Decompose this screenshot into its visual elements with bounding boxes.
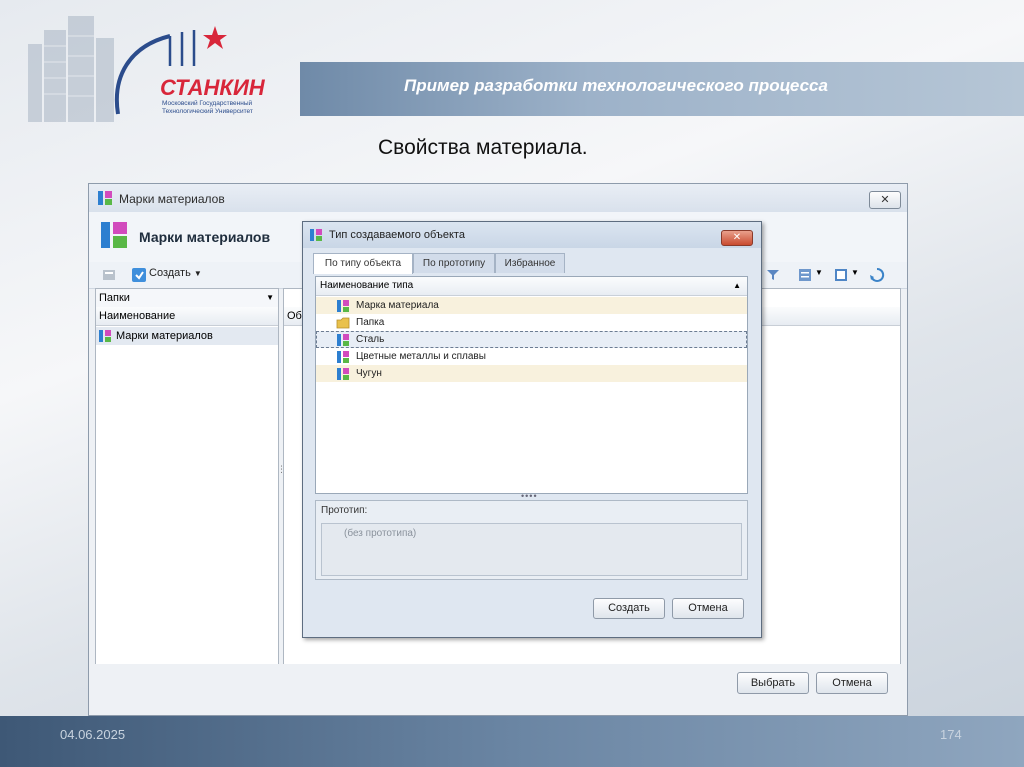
materials-large-icon <box>101 222 127 248</box>
list-item[interactable]: Цветные металлы и сплавы <box>316 348 747 365</box>
properties-dropdown-icon[interactable]: ▼ <box>815 268 823 277</box>
prototype-group: Прототип: (без прототипа) <box>315 500 748 580</box>
prototype-label: Прототип: <box>321 505 368 516</box>
filter-icon[interactable] <box>765 267 781 283</box>
logo-line2: Технологический Университет <box>162 107 253 115</box>
material-icon <box>337 300 349 312</box>
object-type-dialog: Тип создаваемого объекта ✕ По типу объек… <box>302 221 762 638</box>
window-footer: Выбрать Отмена <box>89 664 907 715</box>
properties-icon[interactable] <box>797 267 813 283</box>
edit-icon[interactable] <box>101 267 117 283</box>
list-item[interactable]: Папка <box>316 314 747 331</box>
slide-title: Пример разработки технологического проце… <box>404 76 828 95</box>
refresh-icon[interactable] <box>869 267 885 283</box>
view-icon[interactable] <box>833 267 849 283</box>
app-icon <box>98 191 112 205</box>
building-logo-icon: СТАНКИН Московский Государственный Техно… <box>28 16 266 122</box>
window-header-title: Марки материалов <box>139 229 271 245</box>
window-titlebar: Марки материалов ✕ <box>89 184 907 212</box>
list-item-selected[interactable]: Сталь <box>316 331 747 348</box>
prototype-value: (без прототипа) <box>344 528 417 539</box>
dialog-close-button[interactable]: ✕ <box>721 230 753 246</box>
folders-column-header[interactable]: Наименование <box>96 307 278 326</box>
list-item-label: Папка <box>356 317 385 328</box>
material-icon <box>337 368 349 380</box>
create-icon <box>132 268 146 282</box>
dialog-create-button[interactable]: Создать <box>593 598 665 619</box>
window-title: Марки материалов <box>119 192 225 206</box>
slide-subtitle: Свойства материала. <box>378 136 588 159</box>
cancel-button[interactable]: Отмена <box>816 672 888 694</box>
dropdown-arrow-icon: ▼ <box>193 269 202 278</box>
window-close-button[interactable]: ✕ <box>869 191 901 209</box>
material-icon <box>337 351 349 363</box>
tab-by-prototype[interactable]: По прототипу <box>413 253 495 273</box>
material-icon <box>99 330 111 342</box>
list-item-label: Чугун <box>356 368 382 379</box>
view-dropdown-icon[interactable]: ▼ <box>851 268 859 277</box>
tab-by-type[interactable]: По типу объекта <box>313 253 413 274</box>
university-logo: СТАНКИН Московский Государственный Техно… <box>20 16 290 126</box>
dialog-cancel-button[interactable]: Отмена <box>672 598 744 619</box>
dialog-title: Тип создаваемого объекта <box>329 229 465 241</box>
tab-favorites[interactable]: Избранное <box>495 253 565 273</box>
chevron-down-icon: ▼ <box>266 293 274 302</box>
folder-icon <box>336 317 350 329</box>
create-button[interactable]: Создать ▼ <box>149 267 202 279</box>
logo-line1: Московский Государственный <box>162 99 253 107</box>
folders-column-label: Наименование <box>99 310 176 322</box>
folders-combo[interactable]: Папки ▼ <box>96 289 278 308</box>
tree-item-label: Марки материалов <box>116 330 213 342</box>
list-item[interactable]: Чугун <box>316 365 747 382</box>
footer-bar <box>0 716 1024 767</box>
type-list: Наименование типа ▲ Марка материала Папк… <box>315 276 748 494</box>
select-button[interactable]: Выбрать <box>737 672 809 694</box>
folders-combo-value: Папки <box>99 292 130 304</box>
sort-arrow-icon: ▲ <box>733 281 741 290</box>
material-icon <box>337 334 349 346</box>
create-button-label: Создать <box>149 267 191 279</box>
dialog-titlebar: Тип создаваемого объекта ✕ <box>303 222 761 248</box>
folders-pane: Папки ▼ Наименование Марки материалов <box>95 288 279 666</box>
logo-name: СТАНКИН <box>160 75 266 100</box>
slide-page-number: 174 <box>940 727 962 742</box>
type-list-header[interactable]: Наименование типа ▲ <box>316 277 747 296</box>
list-item-label: Сталь <box>356 334 385 345</box>
list-item-label: Цветные металлы и сплавы <box>356 351 486 362</box>
list-item[interactable]: Марка материала <box>316 297 747 314</box>
slide-date: 04.06.2025 <box>60 727 126 742</box>
list-item-label: Марка материала <box>356 300 439 311</box>
prototype-field[interactable]: (без прототипа) <box>321 523 742 576</box>
tree-item[interactable]: Марки материалов <box>96 327 278 345</box>
type-list-header-label: Наименование типа <box>320 280 414 291</box>
dialog-app-icon <box>310 229 322 241</box>
